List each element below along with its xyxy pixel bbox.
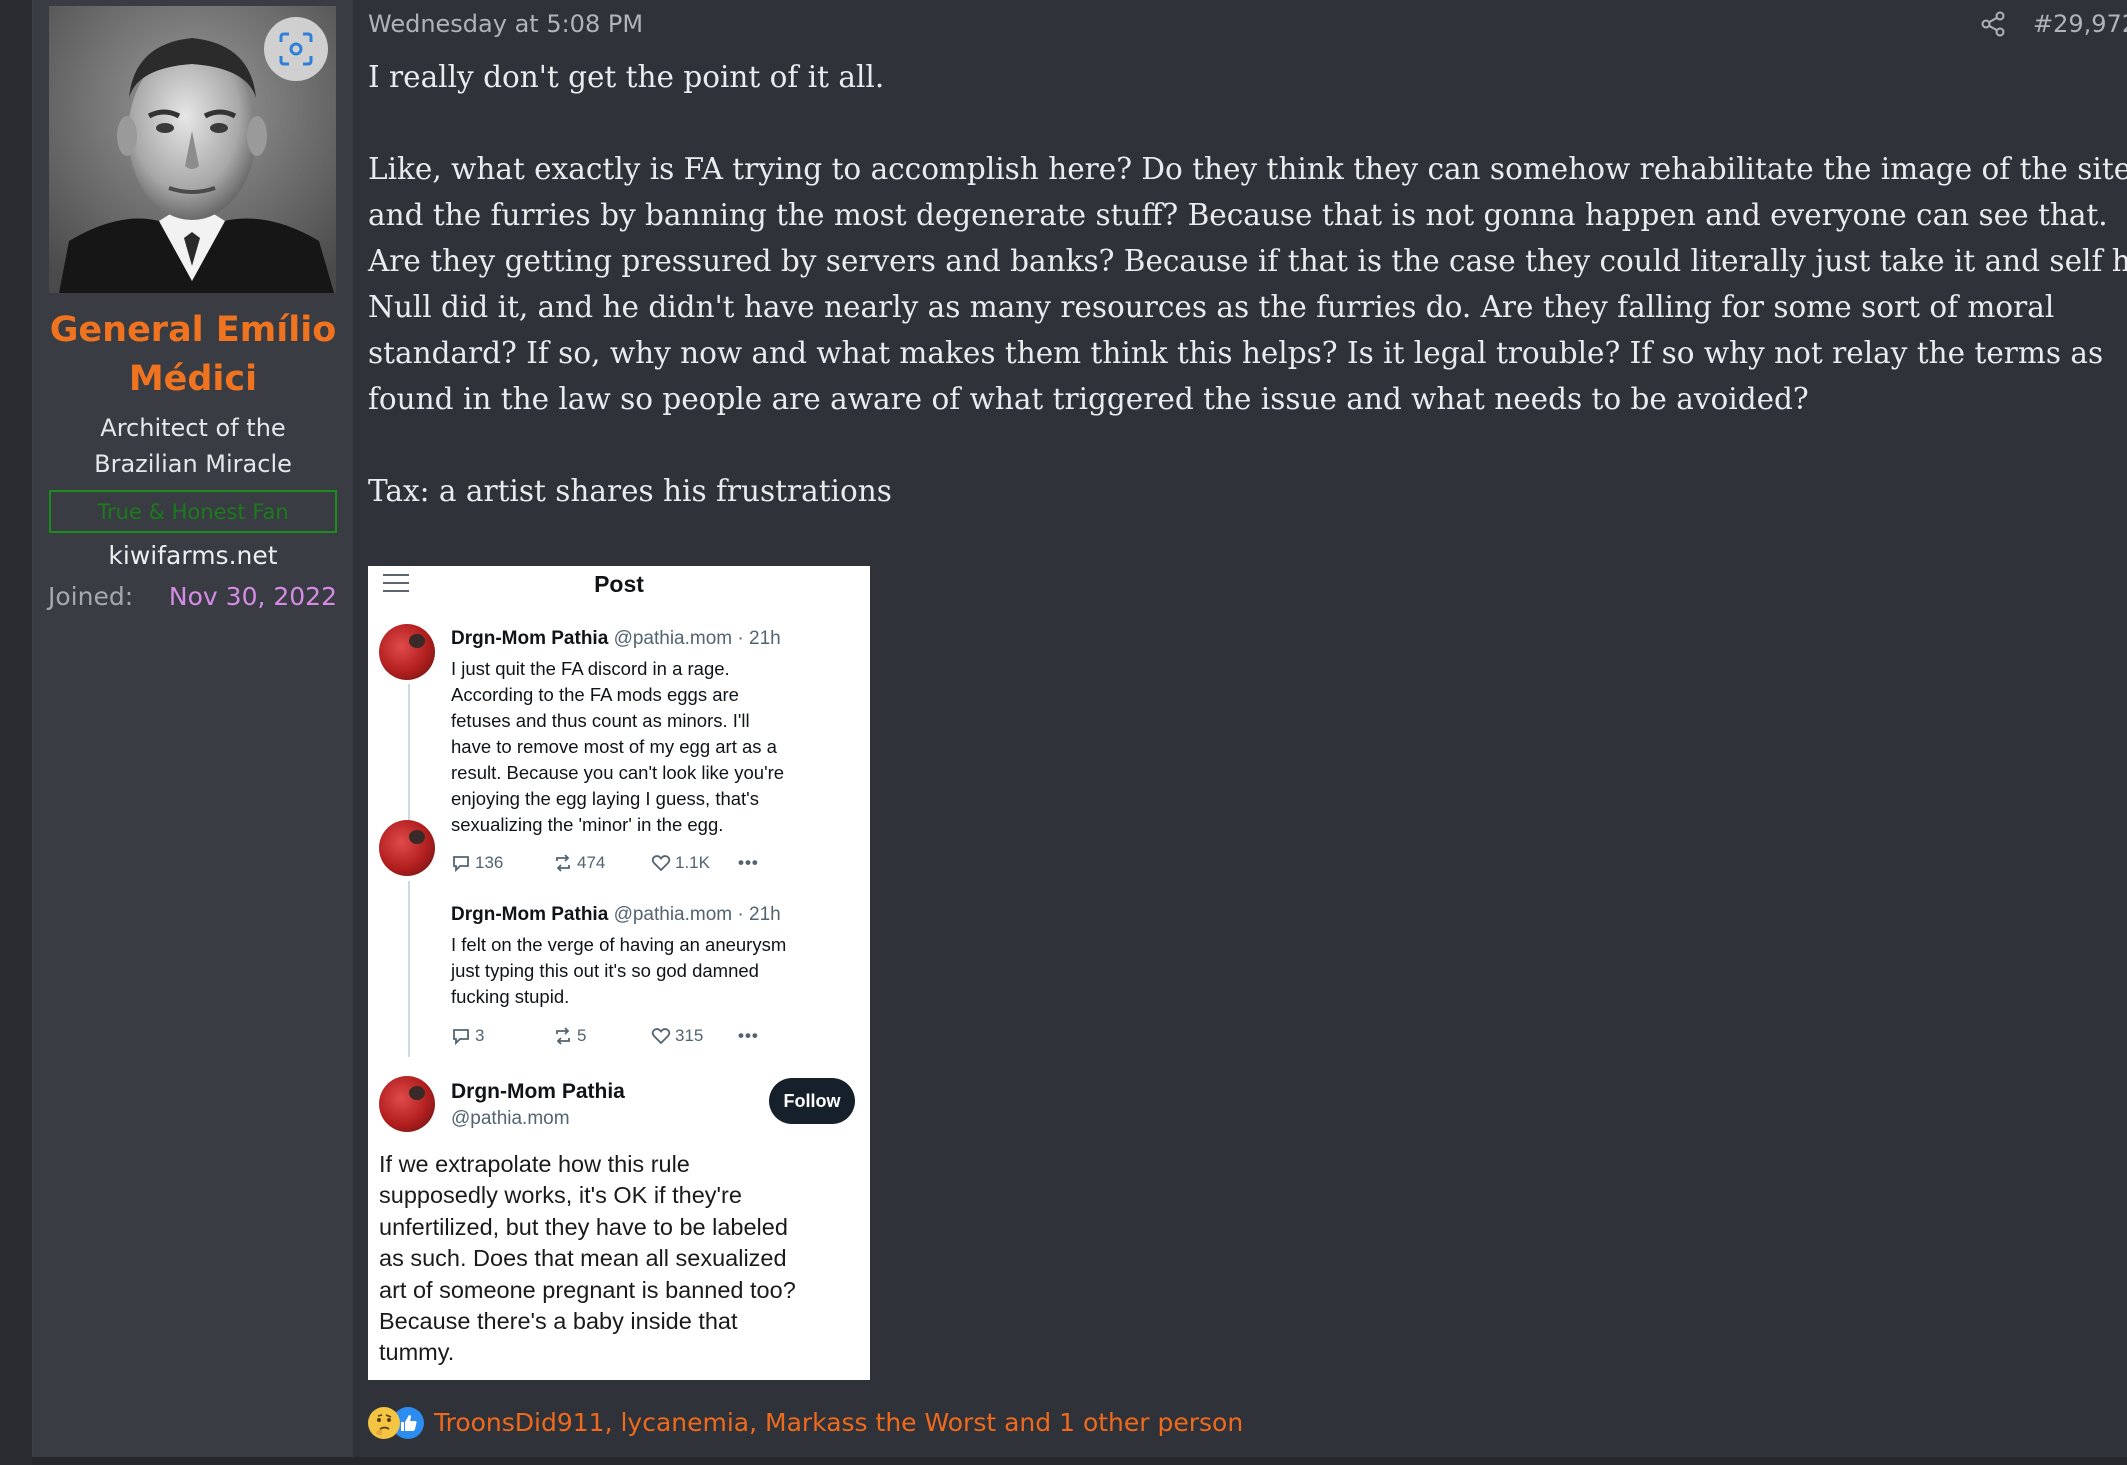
user-title-line-2: Brazilian Miracle: [94, 450, 292, 478]
tweet-line: just typing this out it's so god damned: [451, 960, 759, 981]
reply-action: 3: [451, 1023, 484, 1049]
repost-count: 5: [577, 1026, 587, 1045]
tweet-line: I felt on the verge of having an aneurys…: [451, 934, 787, 955]
reply-icon: [453, 1029, 469, 1046]
tweet-author-name: Drgn-Mom Pathia: [451, 628, 609, 649]
tweet-line: fucking stupid.: [451, 986, 570, 1007]
repost-icon: [556, 854, 570, 872]
tweet-line: fetuses and thus count as minors. I'll: [451, 710, 750, 731]
tweet-avatar: [379, 820, 435, 876]
tweet-line: unfertilized, but they have to be labele…: [379, 1213, 788, 1240]
reply-icon: [453, 856, 469, 873]
joined-date: Nov 30, 2022: [168, 582, 337, 611]
post-line: Are they getting pressured by servers an…: [368, 244, 2127, 278]
more-icon: •••: [738, 1026, 759, 1045]
tweet-author-name: Drgn-Mom Pathia: [451, 904, 609, 925]
left-edge: [0, 0, 32, 1465]
reply-count: 3: [475, 1026, 485, 1045]
tweet-line: Because there's a baby inside that: [379, 1308, 738, 1335]
reactions-bar[interactable]: TroonsDid911, lycanemia, Markass the Wor…: [368, 1404, 1243, 1442]
tweet-line: tummy.: [379, 1339, 455, 1366]
username-line-2: Médici: [128, 359, 258, 399]
follow-button: Follow: [769, 1078, 855, 1124]
share-icon: [1981, 11, 2005, 37]
username[interactable]: General Emílio Médici: [36, 306, 350, 404]
attached-screenshot[interactable]: Post Drgn-Mom Pathia @pathia.mom · 21h I…: [368, 566, 870, 1380]
user-site: kiwifarms.net: [108, 541, 278, 570]
post-number-link[interactable]: #29,972: [2033, 7, 2127, 41]
tweet-line: have to remove most of my egg art as a: [451, 736, 777, 757]
tweet-line: result. Because you can't look like you'…: [451, 762, 785, 783]
tweet-line: If we extrapolate how this rule: [379, 1151, 690, 1177]
heart-icon: [651, 855, 671, 872]
tweet-meta: Drgn-Mom Pathia @pathia.mom · 21h: [451, 626, 781, 652]
tweet-text: I felt on the verge of having an aneurys…: [451, 932, 861, 1010]
like-count: 315: [675, 1026, 704, 1045]
post-line: Like, what exactly is FA trying to accom…: [368, 152, 2127, 186]
tweet-actions: 136 474 1.1K •••: [451, 850, 791, 876]
tweet-line: art of someone pregnant is banned too?: [379, 1276, 796, 1303]
tweet-handle-time: @pathia.mom · 21h: [613, 628, 781, 649]
reaction-users-link[interactable]: TroonsDid911, lycanemia, Markass the Wor…: [434, 1404, 1243, 1442]
tweet-line: According to the FA mods eggs are: [451, 684, 739, 705]
tweet-handle-time: @pathia.mom · 21h: [613, 904, 781, 925]
tweet-avatar: [379, 624, 435, 680]
reply-action: 136: [451, 850, 503, 876]
thinking-face-graphic: [369, 1408, 399, 1438]
post-body: I really don't get the point of it all. …: [368, 54, 2127, 514]
repost-action: 474: [553, 850, 605, 876]
post-paragraph: I really don't get the point of it all.: [368, 60, 885, 94]
tweet-line: I just quit the FA discord in a rage.: [451, 658, 730, 679]
like-count: 1.1K: [675, 853, 710, 872]
heart-icon: [651, 1028, 671, 1045]
tweet-line: supposedly works, it's OK if they're: [379, 1182, 742, 1209]
post-line: Null did it, and he didn't have nearly a…: [368, 290, 2055, 324]
tweet-author-handle: @pathia.mom: [451, 1108, 570, 1129]
thread-line: [408, 881, 410, 1057]
repost-action: 5: [553, 1023, 586, 1049]
joined-label: Joined:: [48, 582, 134, 611]
user-title-line-1: Architect of the: [100, 414, 286, 442]
thinking-face-icon[interactable]: [368, 1407, 400, 1439]
tweet-meta: Drgn-Mom Pathia @pathia.mom · 21h: [451, 902, 781, 928]
tweet-line: enjoying the egg laying I guess, that's: [451, 788, 759, 809]
share-button[interactable]: [1978, 9, 2008, 39]
repost-count: 474: [577, 853, 606, 872]
screen-capture-icon: [279, 32, 313, 66]
tweet-actions: 3 5 315 •••: [451, 1023, 791, 1049]
tweet-text: I just quit the FA discord in a rage. Ac…: [451, 656, 861, 838]
thread-line: [408, 684, 410, 834]
bottom-divider: [32, 1457, 2127, 1465]
tweet-author-name: Drgn-Mom Pathia: [451, 1080, 625, 1103]
user-banner: True & Honest Fan: [49, 490, 337, 533]
avatar-action-button[interactable]: [264, 17, 328, 81]
tweet-line: sexualizing the 'minor' in the egg.: [451, 814, 724, 835]
post-paragraph: Tax: a artist shares his frustrations: [368, 474, 892, 508]
post-date[interactable]: Wednesday at 5:08 PM: [368, 7, 643, 41]
tweet-header-title: Post: [594, 571, 644, 597]
user-title: Architect of the Brazilian Miracle: [36, 410, 350, 482]
post-line: standard? If so, why now and what makes …: [368, 336, 2104, 370]
tweet-line: as such. Does that mean all sexualized: [379, 1245, 787, 1272]
post-line: found in the law so people are aware of …: [368, 382, 1809, 416]
post-line: and the furries by banning the most dege…: [368, 198, 2108, 232]
more-icon: •••: [738, 853, 759, 872]
page: General Emílio Médici Architect of the B…: [0, 0, 2127, 1465]
reply-count: 136: [475, 853, 504, 872]
like-action: 1.1K: [651, 850, 710, 876]
username-line-1: General Emílio: [49, 310, 337, 350]
tweet-text: If we extrapolate how this rule supposed…: [379, 1149, 859, 1369]
tweet-avatar: [379, 1076, 435, 1132]
like-action: 315: [651, 1023, 703, 1049]
repost-icon: [556, 1027, 570, 1045]
